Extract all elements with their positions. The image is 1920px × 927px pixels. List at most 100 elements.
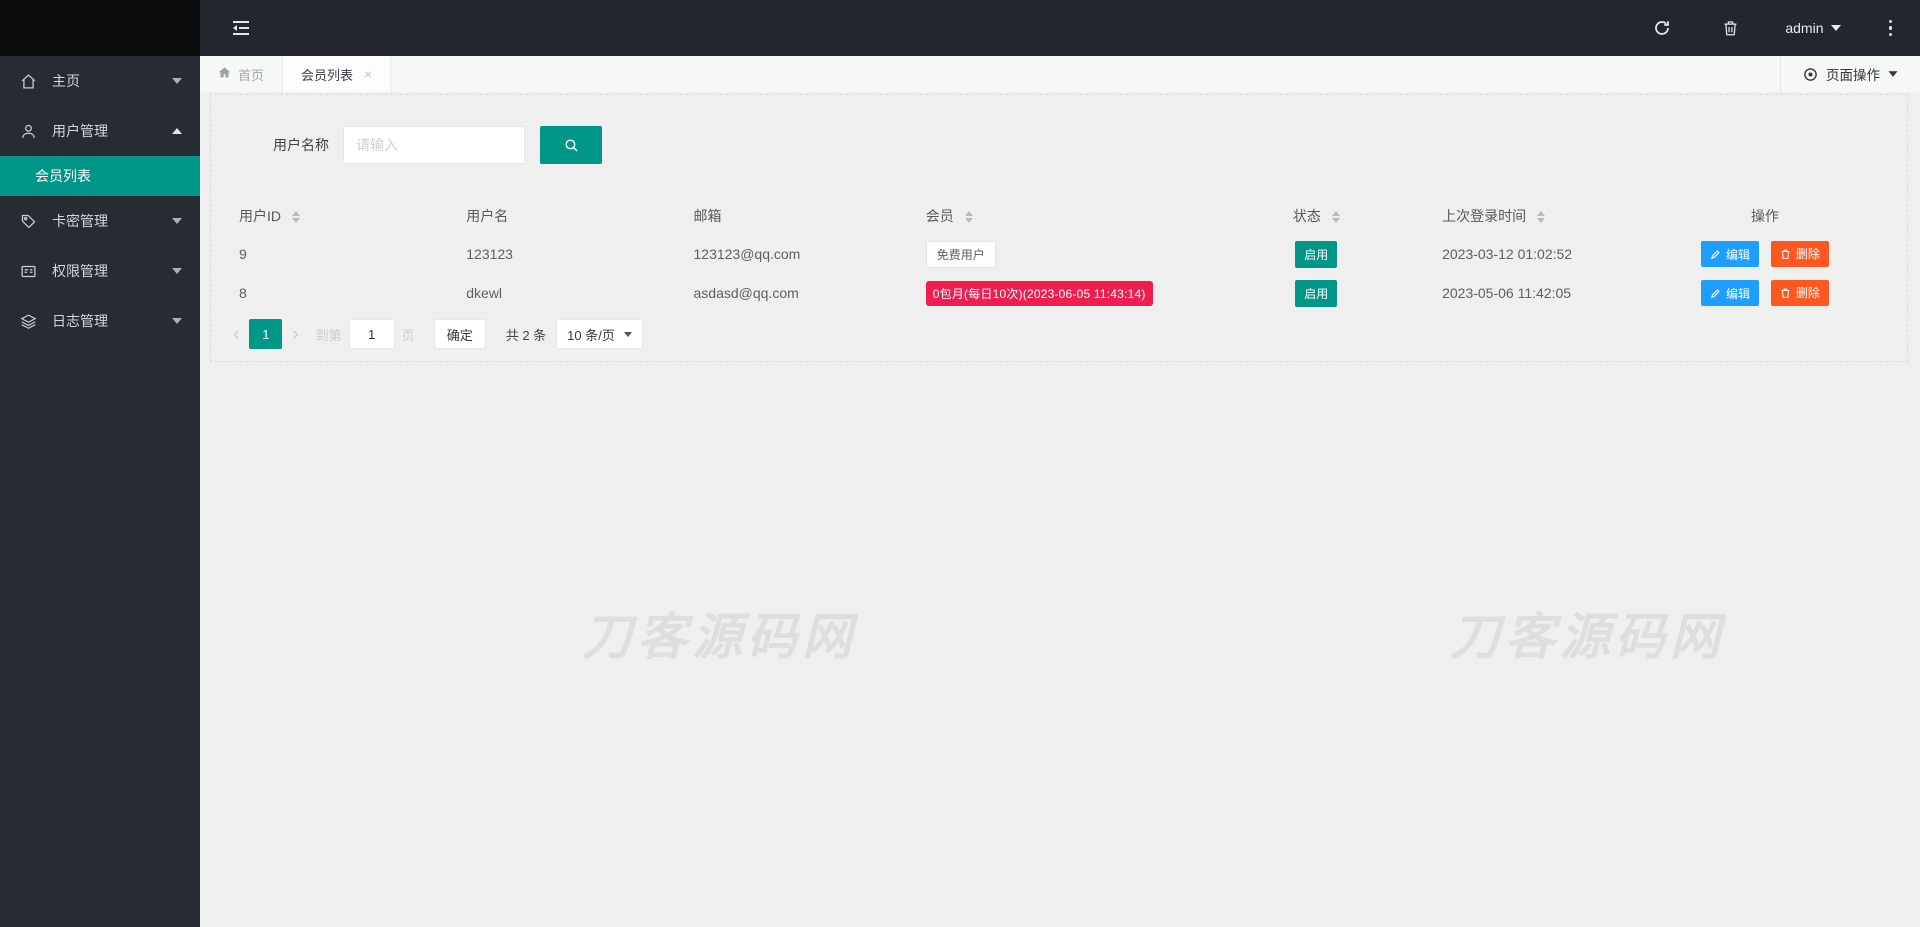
cell-username: dkewl <box>450 273 679 313</box>
home-icon <box>20 73 37 90</box>
top-navbar: admin <box>0 0 1920 56</box>
chevron-down-icon <box>172 218 182 224</box>
sort-icon[interactable] <box>291 210 300 223</box>
log-icon <box>20 313 37 330</box>
tab-home[interactable]: 首页 <box>200 56 284 92</box>
column-header-actions: 操作 <box>1634 196 1896 235</box>
pagination: ‹ 1 › 到第 页 确定 共 2 条 10 条/页 <box>223 319 1895 349</box>
username: admin <box>1785 20 1824 36</box>
cell-user-id: 9 <box>222 234 452 274</box>
close-icon[interactable]: × <box>364 67 372 81</box>
cell-member: 免费用户 <box>909 234 1207 274</box>
table-header-row: 用户ID 用户名 邮箱 会员 状态 上次登录时间 操作 <box>222 196 1896 235</box>
sort-icon[interactable] <box>964 210 973 223</box>
sidebar-item-user-management[interactable]: 用户管理 <box>0 106 200 156</box>
search-label: 用户名称 <box>273 137 329 153</box>
sidebar-item-permission-management[interactable]: 权限管理 <box>0 246 200 296</box>
cell-actions: 编辑 删除 <box>1634 273 1896 313</box>
table-row: 8 dkewl asdasd@qq.com 0包月(每日10次)(2023-06… <box>222 273 1896 313</box>
cell-status: 启用 <box>1205 234 1428 274</box>
member-badge: 0包月(每日10次)(2023-06-05 11:43:14) <box>925 280 1153 306</box>
cell-email: asdasd@qq.com <box>677 273 911 313</box>
total-count-label: 共 2 条 <box>505 327 547 343</box>
sidebar-item-card-management[interactable]: 卡密管理 <box>0 196 200 246</box>
cell-user-id: 8 <box>222 273 452 313</box>
table-row: 9 123123 123123@qq.com 免费用户 启用 2023-03-1… <box>222 234 1896 274</box>
logo-area <box>0 0 200 56</box>
chevron-down-icon <box>623 331 632 337</box>
trash-icon[interactable] <box>1717 15 1743 41</box>
column-header-member[interactable]: 会员 <box>909 196 1207 235</box>
column-header-username: 用户名 <box>450 196 679 235</box>
sidebar-item-label: 日志管理 <box>52 313 108 329</box>
menu-fold-icon[interactable] <box>228 15 254 41</box>
edit-button[interactable]: 编辑 <box>1701 241 1760 268</box>
sidebar-item-home[interactable]: 主页 <box>0 56 200 106</box>
chevron-down-icon <box>1830 25 1841 31</box>
more-vertical-icon[interactable] <box>1883 16 1899 41</box>
prev-page-icon[interactable]: ‹ <box>223 325 249 344</box>
confirm-button[interactable]: 确定 <box>433 319 486 349</box>
watermark-text: 刀客源码网 <box>582 609 857 665</box>
sidebar-item-log-management[interactable]: 日志管理 <box>0 296 200 346</box>
current-page-button[interactable]: 1 <box>249 319 283 349</box>
column-header-user-id[interactable]: 用户ID <box>222 196 452 235</box>
cell-last-login: 2023-05-06 11:42:05 <box>1426 273 1636 313</box>
cell-last-login: 2023-03-12 01:02:52 <box>1426 234 1636 274</box>
sidebar-item-label: 卡密管理 <box>52 213 108 229</box>
tab-label: 首页 <box>238 67 265 83</box>
tag-icon <box>20 213 37 230</box>
trash-icon <box>1781 288 1790 298</box>
cell-actions: 编辑 删除 <box>1634 234 1896 274</box>
chevron-down-icon <box>172 78 182 84</box>
pencil-icon <box>1711 289 1720 298</box>
sidebar-item-label: 权限管理 <box>52 263 108 279</box>
trash-icon <box>1781 249 1790 259</box>
dot-circle-icon <box>1803 67 1818 82</box>
status-badge: 启用 <box>1295 279 1338 307</box>
edit-button[interactable]: 编辑 <box>1701 280 1760 307</box>
sidebar-item-label: 主页 <box>52 73 80 89</box>
status-badge: 启用 <box>1295 240 1338 268</box>
cell-member: 0包月(每日10次)(2023-06-05 11:43:14) <box>909 273 1207 313</box>
user-menu[interactable]: admin <box>1785 20 1841 36</box>
column-header-email: 邮箱 <box>677 196 911 235</box>
content-area: 用户名称 用户ID <box>200 92 1920 927</box>
pencil-icon <box>1711 250 1720 259</box>
chevron-down-icon <box>1888 71 1898 77</box>
sort-icon[interactable] <box>1536 210 1545 223</box>
tab-bar: 首页 会员列表 × 页面操作 <box>200 56 1920 92</box>
sort-icon[interactable] <box>1331 210 1340 223</box>
next-page-icon[interactable]: › <box>282 325 308 344</box>
cell-email: 123123@qq.com <box>677 234 911 274</box>
refresh-icon[interactable] <box>1649 15 1675 41</box>
search-input[interactable] <box>343 126 525 164</box>
cell-username: 123123 <box>450 234 679 274</box>
tab-label: 会员列表 <box>301 67 354 83</box>
jump-prefix-label: 到第 <box>315 327 342 343</box>
tab-member-list[interactable]: 会员列表 × <box>283 56 392 92</box>
chevron-down-icon <box>172 268 182 274</box>
delete-button[interactable]: 删除 <box>1770 279 1829 306</box>
page-actions-button[interactable]: 页面操作 <box>1780 56 1920 92</box>
page-size-select[interactable]: 10 条/页 <box>556 319 643 349</box>
chevron-down-icon <box>172 318 182 324</box>
column-header-last-login[interactable]: 上次登录时间 <box>1426 196 1636 235</box>
jump-suffix-label: 页 <box>401 327 415 343</box>
content-panel: 用户名称 用户ID <box>210 94 1908 362</box>
sidebar-item-member-list[interactable]: 会员列表 <box>0 156 200 196</box>
delete-button[interactable]: 删除 <box>1770 240 1829 267</box>
home-icon <box>218 66 231 82</box>
watermark-text: 刀客源码网 <box>1450 609 1725 665</box>
member-table: 用户ID 用户名 邮箱 会员 状态 上次登录时间 操作 9 123123 123… <box>222 196 1896 313</box>
search-button[interactable] <box>540 126 602 164</box>
column-header-status[interactable]: 状态 <box>1205 196 1428 235</box>
page-jump-input[interactable] <box>348 319 395 349</box>
main-area: 首页 会员列表 × 页面操作 用户名称 请输入 用户ID 用户名 邮箱 会员 状… <box>200 0 1920 927</box>
search-form: 用户名称 <box>273 126 1895 164</box>
navbar-right: admin <box>1649 15 1898 41</box>
search-icon <box>563 137 580 154</box>
sidebar-subitem-label: 会员列表 <box>35 168 91 184</box>
navbar-main: admin <box>200 0 1920 56</box>
cell-status: 启用 <box>1205 273 1428 313</box>
